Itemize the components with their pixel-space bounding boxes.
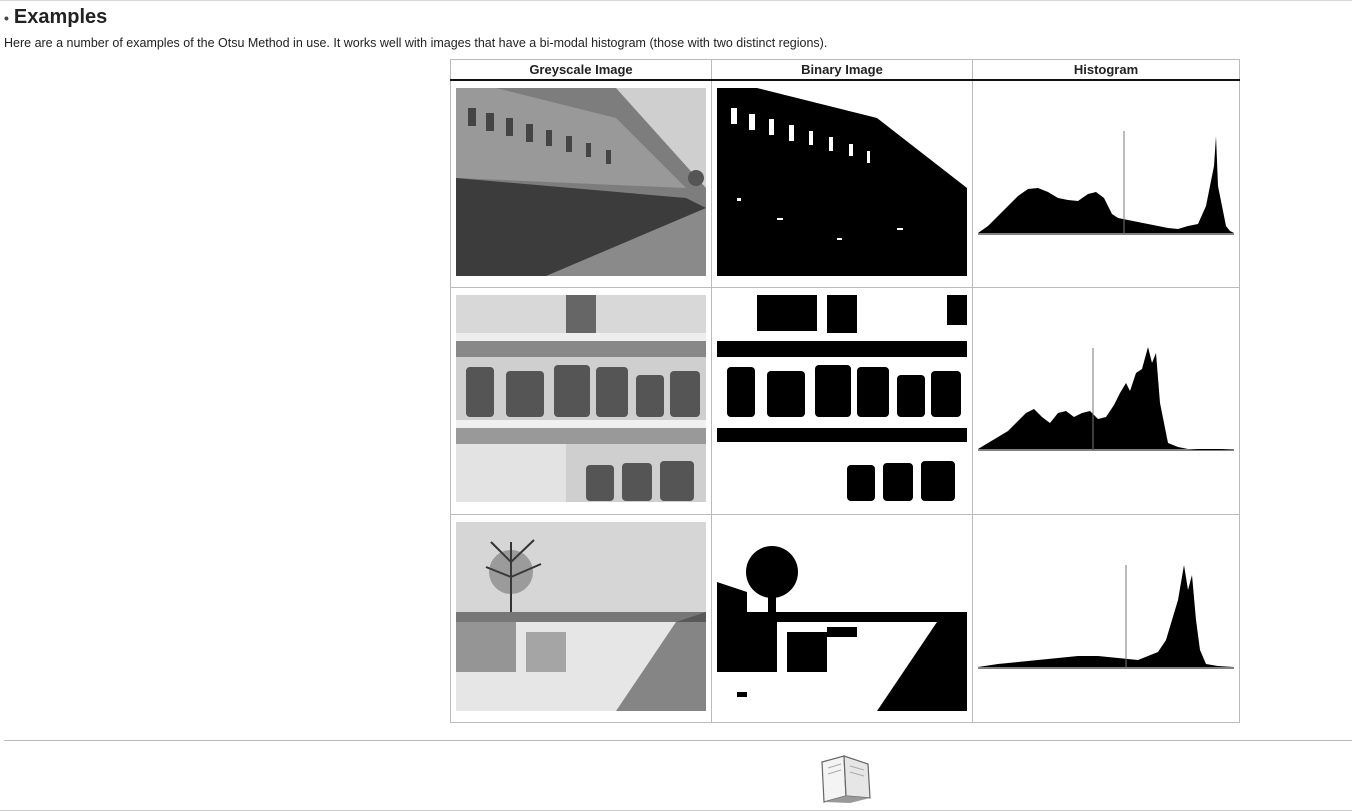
histogram-jars (978, 333, 1234, 453)
histogram-snow (978, 560, 1234, 670)
binary-snow-image (717, 521, 967, 711)
table-row (450, 286, 1240, 515)
section-heading: • Examples (4, 6, 107, 29)
heading-bullet: • (4, 9, 9, 26)
greyscale-jars-image (456, 294, 706, 502)
book-icon[interactable] (816, 752, 876, 804)
section-title: Examples (13, 6, 108, 28)
histogram-cell (972, 79, 1240, 288)
page-bottom-border (0, 810, 1352, 811)
top-divider (0, 0, 1352, 1)
binary-cell (711, 79, 973, 288)
histogram-cell (972, 513, 1240, 723)
histogram-house (978, 126, 1234, 236)
greyscale-cell (450, 79, 712, 288)
greyscale-cell (450, 286, 712, 515)
column-header-histogram: Histogram (972, 59, 1240, 81)
examples-table: Greyscale Image Binary Image Histogram (450, 59, 1240, 723)
binary-jars-image (717, 294, 967, 502)
column-header-greyscale: Greyscale Image (450, 59, 712, 81)
intro-text: Here are a number of examples of the Ots… (4, 36, 828, 50)
greyscale-house-image (456, 88, 706, 276)
column-header-binary: Binary Image (711, 59, 973, 81)
binary-cell (711, 286, 973, 515)
greyscale-snow-image (456, 521, 706, 711)
binary-cell (711, 513, 973, 723)
greyscale-cell (450, 513, 712, 723)
table-header-row: Greyscale Image Binary Image Histogram (450, 59, 1240, 81)
binary-house-image (717, 88, 967, 276)
table-row (450, 513, 1240, 723)
bottom-divider (4, 740, 1352, 741)
table-row (450, 79, 1240, 288)
histogram-cell (972, 286, 1240, 515)
